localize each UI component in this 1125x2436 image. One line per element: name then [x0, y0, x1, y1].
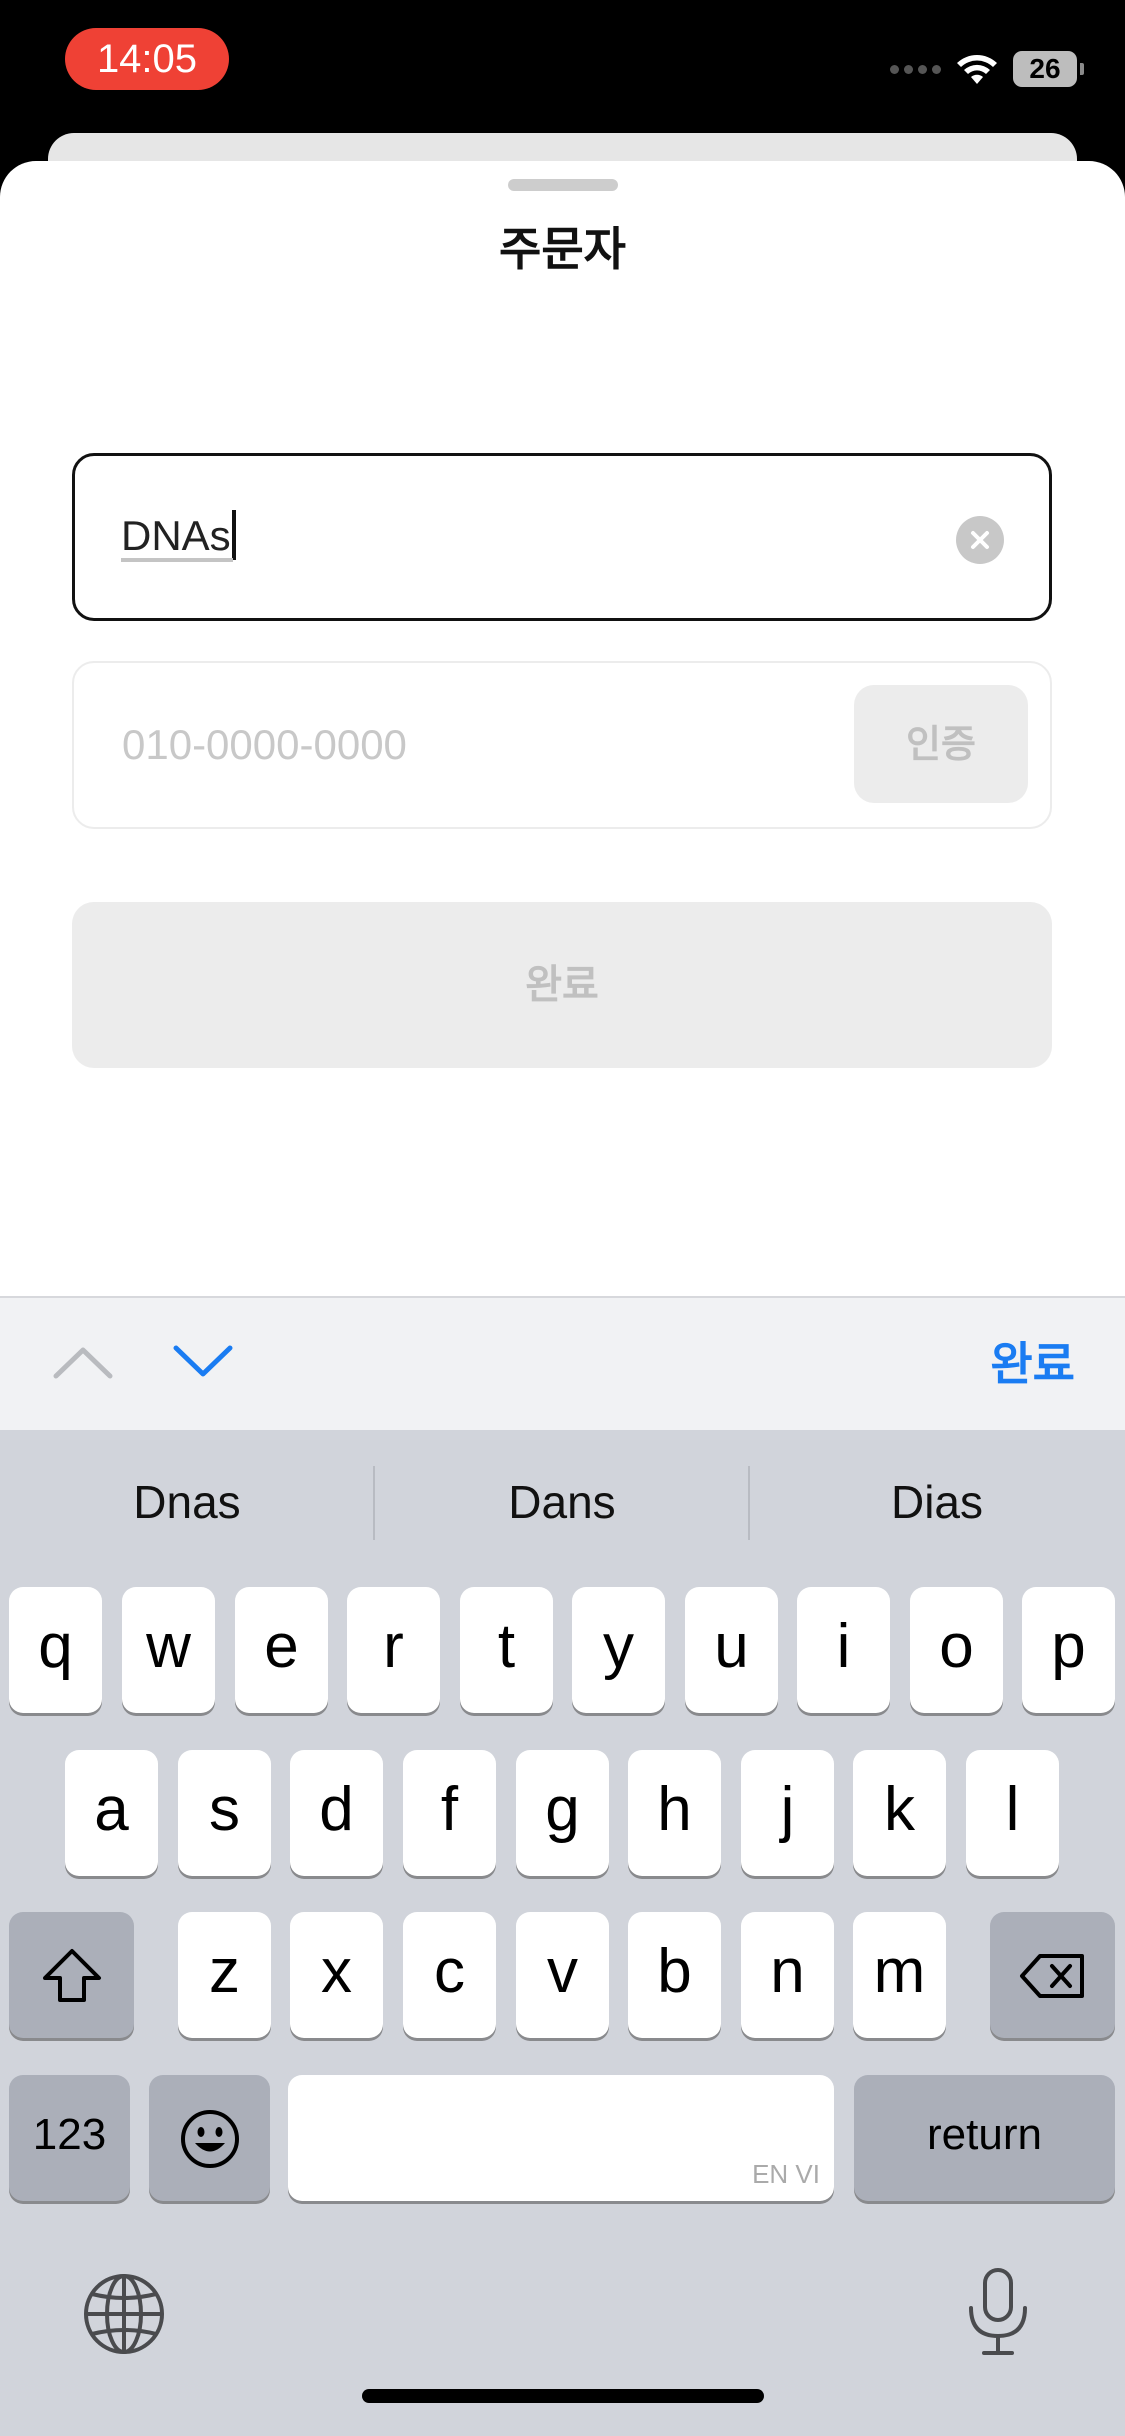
autocorrect-underline: [121, 558, 233, 562]
key-k[interactable]: k: [853, 1750, 946, 1876]
battery-indicator: 26: [1013, 51, 1084, 87]
key-j[interactable]: j: [741, 1750, 834, 1876]
return-key[interactable]: return: [854, 2075, 1115, 2201]
microphone-icon[interactable]: [962, 2266, 1034, 2358]
key-c[interactable]: c: [403, 1912, 496, 2038]
complete-button[interactable]: 완료: [72, 902, 1052, 1068]
clear-icon: [971, 531, 989, 549]
key-d[interactable]: d: [290, 1750, 383, 1876]
shift-icon: [42, 1948, 101, 2002]
key-l[interactable]: l: [966, 1750, 1059, 1876]
phone-input-placeholder: 010-0000-0000: [122, 721, 407, 768]
name-input[interactable]: DNAs: [72, 453, 1052, 621]
clear-input-button[interactable]: [956, 516, 1004, 564]
suggestion-item[interactable]: Dias: [750, 1430, 1124, 1574]
key-p[interactable]: p: [1022, 1587, 1115, 1713]
previous-field-icon[interactable]: [52, 1342, 114, 1382]
delete-key[interactable]: [990, 1912, 1115, 2038]
key-x[interactable]: x: [290, 1912, 383, 2038]
key-n[interactable]: n: [741, 1912, 834, 2038]
key-e[interactable]: e: [235, 1587, 328, 1713]
key-i[interactable]: i: [797, 1587, 890, 1713]
phone-input[interactable]: 010-0000-0000 인증: [72, 661, 1052, 829]
emoji-key[interactable]: [149, 2075, 270, 2201]
name-input-value-wrap: DNAs: [121, 510, 236, 562]
space-key[interactable]: EN VI: [288, 2075, 834, 2201]
sheet-title: 주문자: [499, 222, 626, 276]
keyboard-done-button[interactable]: 완료: [990, 1328, 1075, 1394]
key-m[interactable]: m: [853, 1912, 946, 2038]
suggestion-item[interactable]: Dans: [375, 1430, 749, 1574]
key-u[interactable]: u: [685, 1587, 778, 1713]
key-t[interactable]: t: [460, 1587, 553, 1713]
key-h[interactable]: h: [628, 1750, 721, 1876]
key-o[interactable]: o: [910, 1587, 1003, 1713]
cellular-signal-icon: [890, 64, 941, 74]
name-input-value: DNAs: [121, 512, 231, 559]
text-caret: [231, 510, 236, 560]
key-g[interactable]: g: [516, 1750, 609, 1876]
wifi-icon: [957, 55, 997, 84]
shift-key[interactable]: [9, 1912, 134, 2038]
key-q[interactable]: q: [9, 1587, 102, 1713]
space-key-languages: EN VI: [752, 2159, 820, 2189]
key-v[interactable]: v: [516, 1912, 609, 2038]
numbers-key[interactable]: 123: [9, 2075, 130, 2201]
sheet-grabber[interactable]: [508, 179, 618, 191]
next-field-icon[interactable]: [172, 1342, 234, 1382]
orderer-sheet: 주문자 DNAs 010-0000-0000 인증 완료: [0, 161, 1125, 1297]
suggestion-bar: Dnas Dans Dias: [0, 1430, 1125, 1574]
key-f[interactable]: f: [403, 1750, 496, 1876]
key-b[interactable]: b: [628, 1912, 721, 2038]
backspace-icon: [1019, 1953, 1084, 1998]
verify-button[interactable]: 인증: [854, 685, 1028, 803]
globe-icon[interactable]: [82, 2272, 166, 2356]
key-s[interactable]: s: [178, 1750, 271, 1876]
status-time: 14:05: [65, 28, 229, 90]
emoji-icon: [180, 2109, 239, 2168]
key-z[interactable]: z: [178, 1912, 271, 2038]
suggestion-item[interactable]: Dnas: [0, 1430, 374, 1574]
keyboard-accessory-bar: 완료: [0, 1296, 1125, 1430]
key-w[interactable]: w: [122, 1587, 215, 1713]
status-icons: 26: [890, 44, 1084, 94]
key-a[interactable]: a: [65, 1750, 158, 1876]
home-indicator[interactable]: [362, 2389, 764, 2403]
key-y[interactable]: y: [572, 1587, 665, 1713]
key-r[interactable]: r: [347, 1587, 440, 1713]
keyboard: Dnas Dans Dias q w e r t y u i o p a s d…: [0, 1430, 1125, 2436]
